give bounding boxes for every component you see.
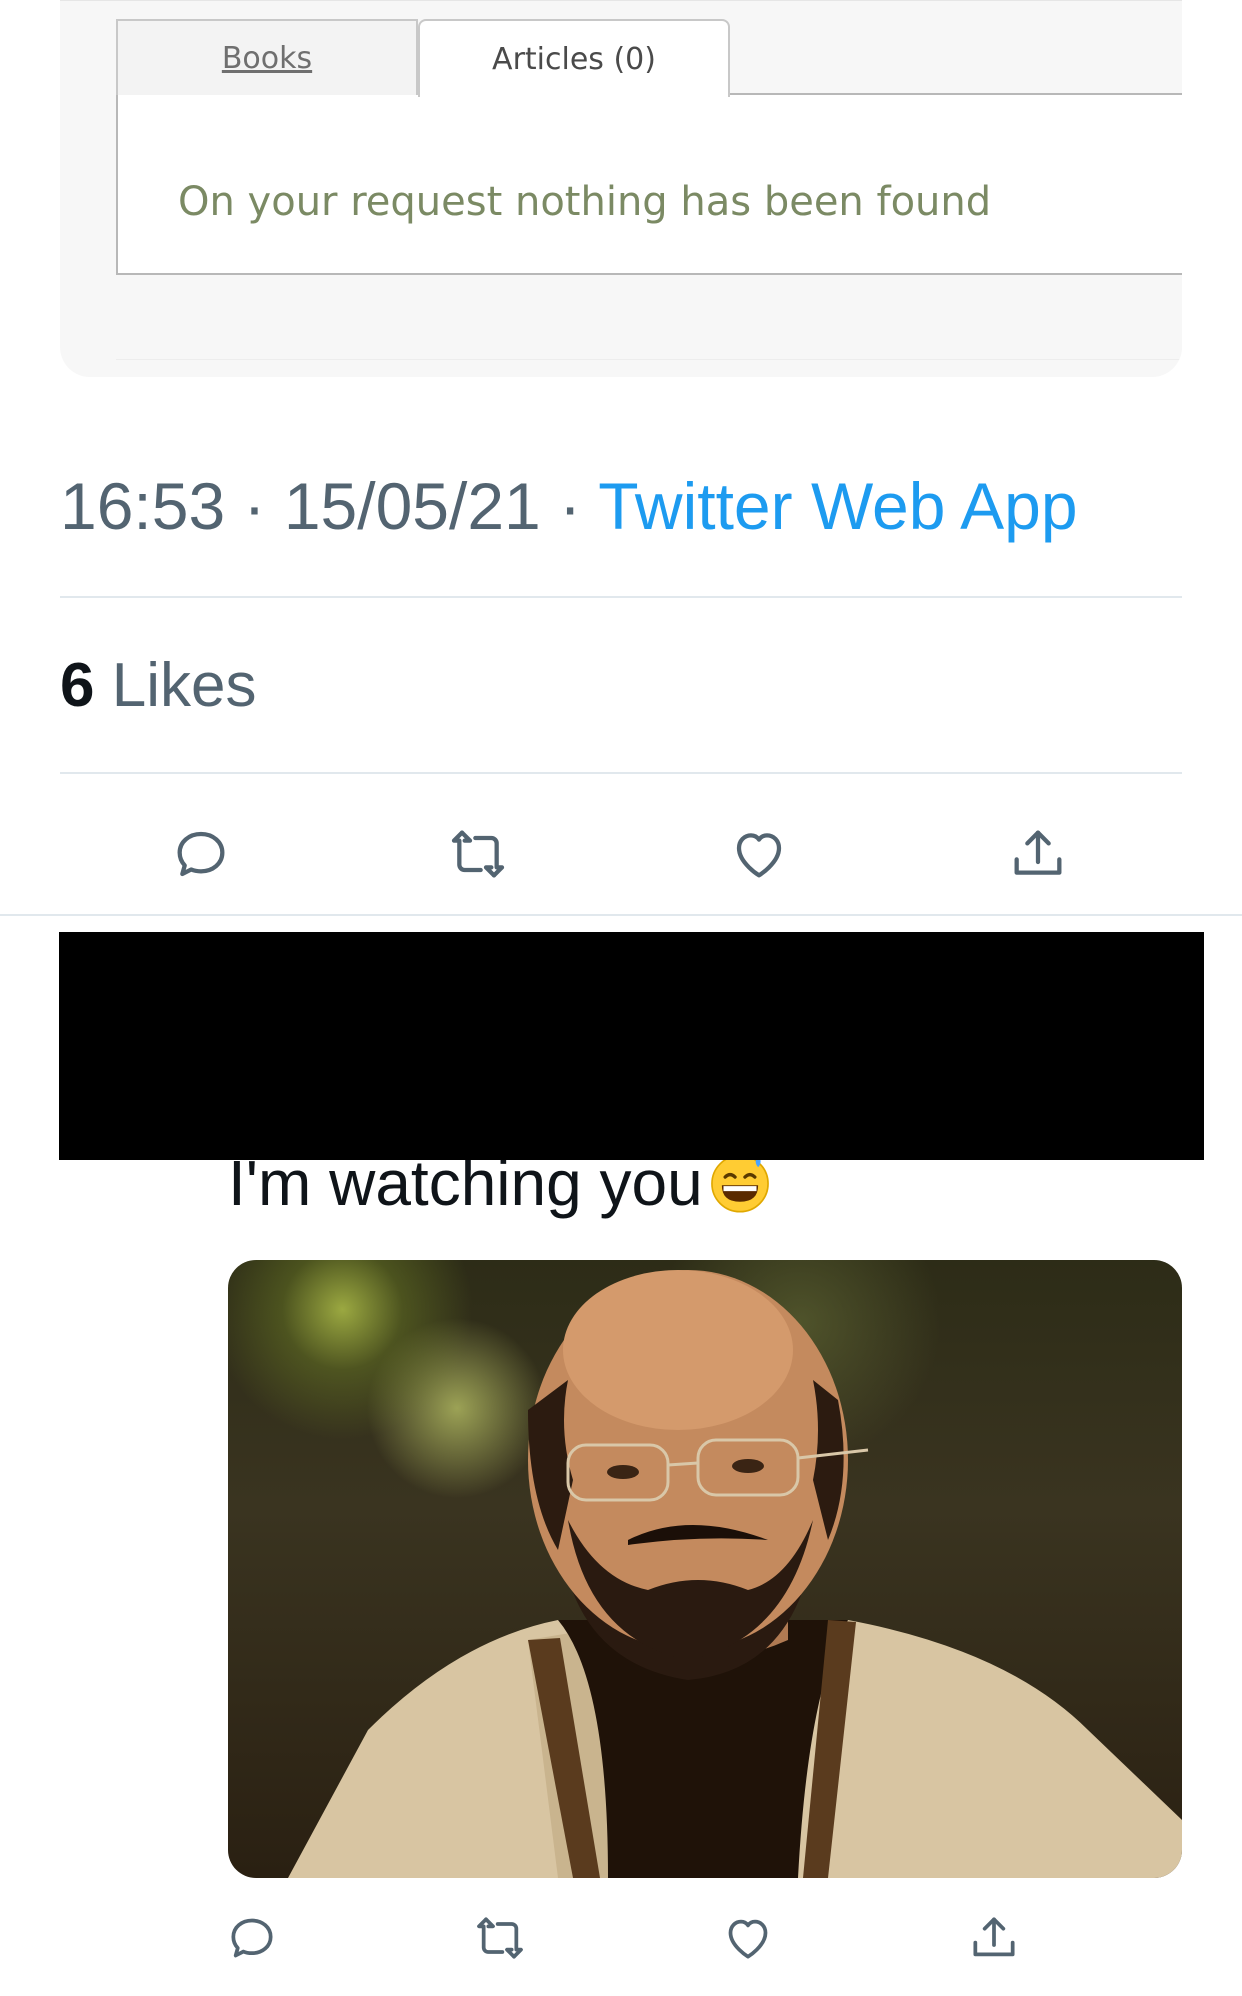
like-icon[interactable]	[720, 1910, 776, 1966]
empty-results-message: On your request nothing has been found	[178, 179, 992, 225]
likes-link[interactable]: 6 Likes	[60, 650, 256, 721]
tweet-date[interactable]: 15/05/21	[284, 469, 541, 543]
separator: ·	[243, 469, 266, 543]
tweet-divider	[0, 914, 1242, 916]
share-icon[interactable]	[966, 1910, 1022, 1966]
reply-icon[interactable]	[169, 822, 233, 886]
divider	[60, 596, 1182, 598]
share-icon[interactable]	[1006, 822, 1070, 886]
retweet-icon[interactable]	[472, 1910, 528, 1966]
reply-icon[interactable]	[224, 1910, 280, 1966]
tweet-photo[interactable]	[228, 1260, 1182, 1878]
portrait-image	[288, 1270, 1182, 1878]
redacted-header	[59, 932, 1204, 1160]
tweet-source-link[interactable]: Twitter Web App	[598, 469, 1077, 543]
tab-articles[interactable]: Articles (0)	[418, 19, 730, 97]
like-icon[interactable]	[727, 822, 791, 886]
embedded-card[interactable]: Books Articles (0) On your request nothi…	[60, 0, 1182, 377]
likes-label: Likes	[111, 651, 257, 720]
retweet-icon[interactable]	[446, 822, 510, 886]
divider	[60, 772, 1182, 774]
separator: ·	[559, 469, 582, 543]
tweet-timestamp: 16:53 · 15/05/21 · Twitter Web App	[60, 468, 1078, 544]
card-content: Books Articles (0) On your request nothi…	[116, 19, 1182, 360]
likes-count: 6	[60, 651, 95, 720]
tweet-time[interactable]: 16:53	[60, 469, 225, 543]
tab-books[interactable]: Books	[116, 19, 418, 95]
results-panel: On your request nothing has been found	[116, 95, 1182, 275]
